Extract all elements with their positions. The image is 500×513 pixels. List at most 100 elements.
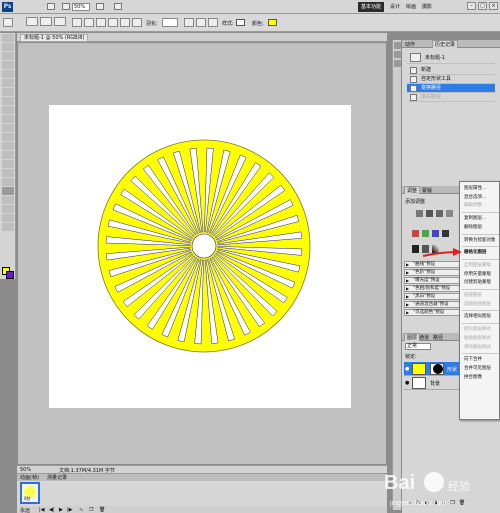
shape-layers-mode-button[interactable] — [26, 17, 38, 26]
crop-tool-icon[interactable] — [2, 70, 14, 78]
action-set[interactable]: "曲线"预设 — [404, 261, 460, 268]
move-tool-icon[interactable] — [2, 34, 14, 42]
document-tab[interactable]: 未标题-1 @ 50% (RGB/8) — [20, 34, 89, 42]
pen-tool-icon[interactable] — [2, 160, 14, 168]
tab-masks[interactable]: 蒙版 — [422, 187, 432, 194]
fill-pixels-mode-button[interactable] — [54, 17, 66, 26]
workspace-design[interactable]: 设计 — [390, 3, 400, 10]
document-canvas[interactable] — [49, 105, 351, 408]
action-set[interactable]: "黑白"预设 — [404, 293, 460, 300]
dock-icon[interactable] — [394, 42, 401, 49]
type-tool-icon[interactable] — [2, 169, 14, 177]
eyedropper-tool-icon[interactable] — [2, 79, 14, 87]
history-item[interactable]: 新建 — [407, 66, 495, 75]
subtract-mode-icon[interactable] — [196, 18, 206, 27]
tab-animation[interactable]: 动画(帧) — [20, 474, 39, 481]
paths-mode-button[interactable] — [40, 17, 52, 26]
zoom-select[interactable]: 50% — [72, 3, 90, 11]
screen-mode-icon[interactable] — [114, 3, 122, 10]
minimize-icon[interactable]: – — [467, 2, 476, 10]
history-item-selected[interactable]: 变换路径 — [407, 84, 495, 93]
frame-delay[interactable]: 0秒 — [24, 496, 31, 502]
minibridge-icon[interactable] — [62, 3, 70, 10]
style-picker[interactable] — [236, 19, 245, 26]
polygon-tool-icon[interactable] — [108, 18, 118, 27]
action-set[interactable]: "可选颜色"预设 — [404, 309, 460, 316]
vibrance-icon[interactable] — [412, 230, 419, 237]
history-item-undone[interactable]: 填充路径 — [407, 93, 495, 102]
tween-icon[interactable]: ∿ — [79, 507, 83, 513]
tab-history[interactable]: 历史记录 — [432, 40, 459, 48]
line-tool-icon[interactable] — [120, 18, 130, 27]
maximize-icon[interactable]: □ — [478, 2, 487, 10]
previous-frame-icon[interactable]: ◀| — [49, 507, 55, 513]
marquee-tool-icon[interactable] — [2, 43, 14, 51]
tab-layers[interactable]: 图层 — [404, 333, 421, 341]
workspace-photography[interactable]: 摄影 — [422, 3, 432, 10]
color-swatch[interactable] — [268, 19, 277, 26]
hand-tool-icon[interactable] — [2, 214, 14, 222]
visibility-eye-icon[interactable]: ● — [405, 380, 409, 386]
visibility-eye-icon[interactable]: ● — [405, 366, 409, 372]
tab-channels[interactable]: 通道 — [419, 334, 429, 341]
quick-select-tool-icon[interactable] — [2, 61, 14, 69]
intersect-mode-icon[interactable] — [208, 18, 218, 27]
workspace-essentials-button[interactable]: 基本功能 — [358, 2, 384, 12]
context-menu-item[interactable]: 图层属性... — [464, 185, 486, 191]
context-menu-item[interactable]: 栅格化图层 — [464, 249, 487, 255]
context-menu-item[interactable]: 合并可见图层 — [464, 365, 491, 371]
clone-stamp-tool-icon[interactable] — [2, 106, 14, 114]
brush-tool-icon[interactable] — [2, 97, 14, 105]
combine-mode-icon[interactable] — [184, 18, 194, 27]
invert-icon[interactable] — [412, 245, 419, 253]
brightness-icon[interactable] — [416, 210, 423, 217]
first-frame-icon[interactable]: |◀ — [39, 507, 45, 513]
zoom-tool-icon[interactable] — [2, 223, 14, 231]
context-menu-item[interactable]: 选择相似图层 — [464, 313, 491, 319]
dock-icon[interactable] — [394, 60, 401, 67]
lasso-tool-icon[interactable] — [2, 52, 14, 60]
action-set[interactable]: "色阶"预设 — [404, 269, 460, 276]
path-select-tool-icon[interactable] — [2, 178, 14, 186]
next-frame-icon[interactable]: |▶ — [67, 507, 73, 513]
workspace-painting[interactable]: 绘画 — [406, 3, 416, 10]
action-set[interactable]: "曝光度"预设 — [404, 277, 460, 284]
dodge-tool-icon[interactable] — [2, 151, 14, 159]
duplicate-frame-icon[interactable]: ❐ — [89, 507, 93, 513]
3d-rotate-tool-icon[interactable] — [2, 196, 14, 204]
context-menu-item[interactable]: 删除图层 — [464, 224, 482, 230]
animation-frame[interactable]: 0秒 — [20, 482, 40, 504]
custom-shape-tool-icon[interactable] — [2, 187, 14, 195]
tab-measurement[interactable]: 测量记录 — [47, 474, 67, 481]
delete-frame-icon[interactable]: 🗑 — [99, 507, 105, 513]
context-menu-item[interactable]: 转换为智能对象 — [464, 237, 496, 243]
arrange-documents-icon[interactable] — [96, 3, 104, 10]
tab-paths[interactable]: 路径 — [433, 334, 443, 341]
action-set[interactable]: "色相/饱和度"预设 — [404, 285, 460, 292]
eraser-tool-icon[interactable] — [2, 124, 14, 132]
exposure-icon[interactable] — [446, 210, 453, 217]
close-icon[interactable]: × — [489, 2, 498, 10]
dock-icon[interactable] — [394, 51, 401, 58]
curves-icon[interactable] — [436, 210, 443, 217]
tab-history-alt[interactable]: 动作 — [405, 41, 415, 48]
action-set[interactable]: "通道混合器"预设 — [404, 301, 460, 308]
context-menu-item[interactable]: 停用矢量蒙版 — [464, 271, 491, 277]
context-menu-item[interactable]: 向下合并 — [464, 356, 482, 362]
gradient-tool-icon[interactable] — [2, 133, 14, 141]
levels-icon[interactable] — [426, 210, 433, 217]
context-menu-item[interactable]: 创建剪贴蒙版 — [464, 279, 491, 285]
3d-orbit-tool-icon[interactable] — [2, 205, 14, 213]
blur-tool-icon[interactable] — [2, 142, 14, 150]
healing-tool-icon[interactable] — [2, 88, 14, 96]
blend-mode-select[interactable]: 正常 — [405, 343, 431, 350]
ellipse-tool-icon[interactable] — [96, 18, 106, 27]
context-menu-item[interactable]: 拼合图像 — [464, 374, 482, 380]
bridge-icon[interactable] — [47, 3, 55, 10]
pen-tool-icon[interactable] — [72, 18, 82, 27]
play-icon[interactable]: ▶ — [59, 507, 63, 513]
shape-picker[interactable] — [162, 18, 178, 27]
hue-saturation-icon[interactable] — [422, 230, 429, 237]
black-white-icon[interactable] — [442, 230, 449, 237]
context-menu-item[interactable]: 复制图层... — [464, 215, 486, 221]
